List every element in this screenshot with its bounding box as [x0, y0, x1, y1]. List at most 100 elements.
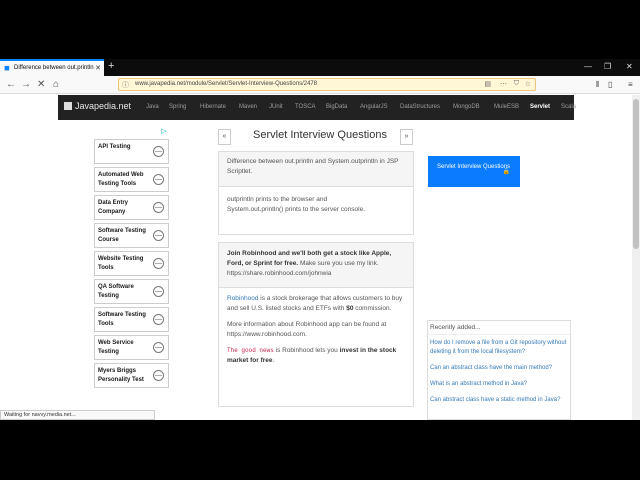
question-card: Difference between out.println and Syste…	[218, 151, 414, 235]
nav-link-angularjs[interactable]: AngularJS	[360, 104, 388, 110]
ad-arrow-icon[interactable]: —	[153, 370, 164, 381]
nav-link-datastructures[interactable]: DataStructures	[400, 104, 440, 110]
promo-text-end: commission.	[353, 305, 392, 312]
ad-link-automated-web-testing[interactable]: Automated Web Testing Tools —	[94, 167, 169, 192]
answer-line-1: outprintln prints to the browser and	[227, 196, 328, 203]
sidebar-icon[interactable]: ▯	[608, 80, 612, 89]
lock-icon: 🔒	[502, 169, 510, 175]
maximize-icon[interactable]: ❐	[604, 62, 611, 71]
reader-view-icon[interactable]: ▤	[484, 80, 491, 88]
page-actions-icon[interactable]: ⋯	[500, 80, 507, 88]
nav-link-tosca[interactable]: TOSCA	[295, 104, 316, 110]
recent-link[interactable]: Can abstract class have a static method …	[428, 392, 570, 408]
recent-link[interactable]: How do I remove a file from a Git reposi…	[428, 335, 570, 360]
ad-link-api-testing[interactable]: API Testing —	[94, 139, 169, 164]
recent-link[interactable]: Can an abstract class have the main meth…	[428, 360, 570, 376]
ad-label: Data Entry Company	[98, 200, 129, 215]
ad-arrow-icon[interactable]: —	[153, 174, 164, 185]
nav-link-hibernate[interactable]: Hibernate	[200, 104, 226, 110]
browser-tab[interactable]: ◼ Difference between out.println ✕	[0, 59, 104, 76]
site-info-icon[interactable]: ⓘ	[122, 80, 129, 90]
promo-text: is Robinhood lets you	[273, 347, 340, 354]
recently-added-heading: Recently added...	[428, 321, 570, 335]
previous-question-button[interactable]: «	[218, 129, 231, 145]
ad-link-data-entry[interactable]: Data Entry Company —	[94, 195, 169, 220]
ad-arrow-icon[interactable]: —	[153, 202, 164, 213]
ad-label: Myers Briggs Personality Test	[98, 368, 144, 383]
promo-code-text: The good news	[227, 347, 274, 354]
adchoices-icon[interactable]: ▷	[161, 127, 166, 135]
recent-link[interactable]: What is an abstract method in Java?	[428, 376, 570, 392]
tab-title: Difference between out.println	[14, 65, 94, 71]
close-window-icon[interactable]: ✕	[626, 62, 633, 71]
next-card-partial	[218, 407, 414, 420]
logo-text: Javapedia.net	[75, 101, 132, 111]
ad-arrow-icon[interactable]: —	[153, 146, 164, 157]
home-icon[interactable]: ⌂	[53, 79, 59, 91]
browser-window: ◼ Difference between out.println ✕ + — ❐…	[0, 59, 640, 420]
screen: ◼ Difference between out.println ✕ + — ❐…	[0, 0, 640, 480]
ad-link-software-testing-tools[interactable]: Software Testing Tools —	[94, 307, 169, 332]
nav-link-maven[interactable]: Maven	[239, 104, 257, 110]
site-favicon-icon: ◼	[4, 65, 10, 72]
new-tab-button[interactable]: +	[108, 60, 114, 72]
nav-link-spring[interactable]: Spring	[169, 104, 186, 110]
url-bar[interactable]: ⓘ www.javapedia.net/module/Servlet/Servl…	[118, 78, 536, 91]
ad-link-web-service-testing[interactable]: Web Service Testing —	[94, 335, 169, 360]
ad-label: API Testing	[98, 144, 131, 150]
ad-arrow-icon[interactable]: —	[153, 314, 164, 325]
site-navbar: Javapedia.net Java Spring Hibernate Mave…	[58, 95, 576, 120]
promo-paragraph-3: The good news is Robinhood lets you inve…	[227, 346, 405, 366]
robinhood-link[interactable]: Robinhood	[227, 295, 258, 302]
stop-icon[interactable]: ✕	[37, 79, 45, 91]
tab-strip: ◼ Difference between out.println ✕ + — ❐…	[0, 59, 640, 76]
ad-label: Website Testing Tools	[98, 256, 144, 271]
page-scrollbar[interactable]	[632, 95, 640, 420]
ad-link-software-testing-course[interactable]: Software Testing Course —	[94, 223, 169, 248]
menu-icon[interactable]: ≡	[628, 80, 633, 89]
next-question-button[interactable]: »	[400, 129, 413, 145]
nav-link-servlet[interactable]: Servlet	[530, 104, 550, 110]
status-bar: Waiting for navvy.media.net...	[0, 410, 155, 420]
nav-link-scala[interactable]: Scala	[561, 104, 576, 110]
promo-body: Robinhood is a stock brokerage that allo…	[219, 288, 413, 378]
ad-label: QA Software Testing	[98, 284, 134, 299]
promo-paragraph-1: Robinhood is a stock brokerage that allo…	[227, 294, 405, 314]
ad-link-myers-briggs[interactable]: Myers Briggs Personality Test —	[94, 363, 169, 388]
bookmark-star-icon[interactable]: ☆	[525, 80, 531, 88]
ad-link-website-testing-tools[interactable]: Website Testing Tools —	[94, 251, 169, 276]
ad-arrow-icon[interactable]: —	[153, 342, 164, 353]
button-label: Servlet Interview Questions	[437, 164, 511, 170]
ad-arrow-icon[interactable]: —	[153, 286, 164, 297]
forward-icon[interactable]: →	[21, 79, 31, 91]
nav-link-muleesb[interactable]: MuleESB	[494, 104, 519, 110]
back-icon[interactable]: ←	[6, 79, 16, 91]
nav-link-java[interactable]: Java	[146, 104, 159, 110]
navigation-toolbar: ← → ✕ ⌂ ⓘ www.javapedia.net/module/Servl…	[0, 76, 640, 94]
ad-label: Web Service Testing	[98, 340, 134, 355]
nav-link-bigdata[interactable]: BigData	[326, 104, 347, 110]
promo-header: Join Robinhood and we'll both get a stoc…	[219, 243, 413, 288]
recently-added-panel: Recently added... How do I remove a file…	[427, 320, 571, 420]
url-text: www.javapedia.net/module/Servlet/Servlet…	[135, 81, 318, 87]
servlet-interview-questions-button[interactable]: Servlet Interview Questions 🔒	[428, 156, 520, 187]
close-tab-icon[interactable]: ✕	[95, 64, 101, 72]
scrollbar-thumb[interactable]	[633, 99, 639, 249]
ad-arrow-icon[interactable]: —	[153, 258, 164, 269]
nav-link-mongodb[interactable]: MongoDB	[453, 104, 480, 110]
ad-label: Software Testing Tools	[98, 312, 146, 327]
minimize-icon[interactable]: —	[584, 62, 592, 71]
library-icon[interactable]: ⫴	[596, 80, 599, 90]
question-text: Difference between out.println and Syste…	[219, 152, 413, 187]
nav-link-junit[interactable]: JUnit	[269, 104, 283, 110]
ad-label: Automated Web Testing Tools	[98, 172, 144, 187]
ad-arrow-icon[interactable]: —	[153, 230, 164, 241]
ad-link-qa-software-testing[interactable]: QA Software Testing —	[94, 279, 169, 304]
site-logo[interactable]: Javapedia.net	[64, 101, 131, 111]
answer-line-2: System.out.println() prints to the serve…	[227, 206, 366, 213]
promo-card: Join Robinhood and we'll both get a stoc…	[218, 242, 414, 407]
page-title: Servlet Interview Questions	[253, 129, 387, 141]
pocket-icon[interactable]: ⛉	[514, 80, 519, 88]
logo-icon	[64, 102, 72, 110]
answer-body: outprintln prints to the browser and Sys…	[219, 187, 413, 223]
